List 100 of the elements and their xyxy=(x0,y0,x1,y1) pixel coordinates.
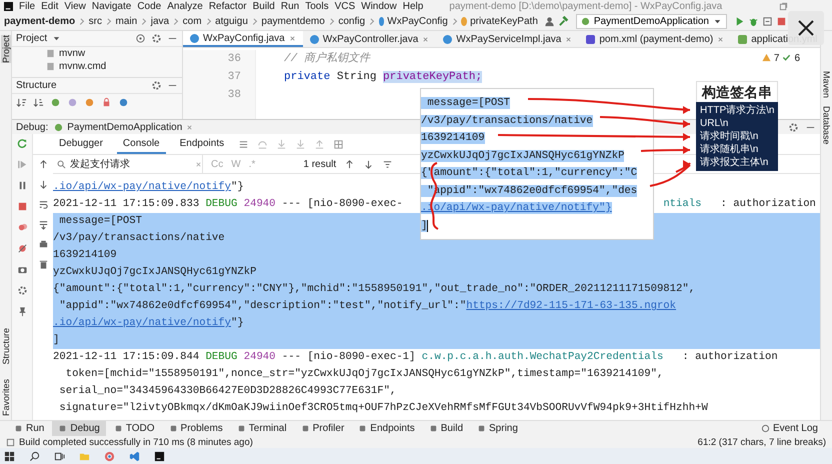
menu-item[interactable]: Build xyxy=(252,1,275,12)
check-icon[interactable] xyxy=(782,53,792,62)
close-icon[interactable] xyxy=(288,34,296,42)
menu-item[interactable]: Run xyxy=(280,1,300,12)
filter-icon[interactable] xyxy=(50,97,61,108)
target-icon[interactable] xyxy=(135,33,146,44)
trash-icon[interactable] xyxy=(38,259,48,270)
debug-tab[interactable]: Debugger xyxy=(53,134,109,154)
down-arrow-icon[interactable] xyxy=(38,179,48,190)
breadcrumb-item[interactable]: payment-demo xyxy=(4,16,76,27)
debug-tab[interactable]: Console xyxy=(116,134,166,154)
mute-breakpoints-icon[interactable] xyxy=(16,243,28,254)
menu-item[interactable]: VCS xyxy=(334,1,356,12)
menu-item[interactable]: File xyxy=(19,1,36,12)
ide-icon[interactable] xyxy=(154,450,165,462)
menu-item[interactable]: Navigate xyxy=(92,1,132,12)
tool-window-button[interactable]: Endpoints xyxy=(352,421,421,436)
gear-icon[interactable] xyxy=(151,33,162,44)
file-name[interactable]: mvnw.cmd xyxy=(59,61,106,72)
lock-icon[interactable] xyxy=(101,97,112,108)
menu-item[interactable]: Help xyxy=(402,1,424,12)
camera-icon[interactable] xyxy=(16,264,28,275)
tool-window-button[interactable]: Spring xyxy=(471,421,524,436)
tool-window-button[interactable]: TODO xyxy=(108,421,161,436)
gear-icon[interactable] xyxy=(151,80,162,91)
stop-icon[interactable] xyxy=(776,16,787,27)
run-configuration-dropdown[interactable]: PaymentDemoApplication xyxy=(576,14,727,29)
session-tab[interactable]: PaymentDemoApplication xyxy=(54,122,194,132)
sort-icon[interactable] xyxy=(16,97,27,108)
close-icon[interactable] xyxy=(565,36,572,42)
menu-item[interactable]: Code xyxy=(137,1,162,12)
close-icon[interactable] xyxy=(717,36,724,42)
debug-tab[interactable]: Endpoints xyxy=(174,134,230,154)
breadcrumb-item[interactable]: privateKeyPath xyxy=(470,16,538,27)
tool-window-button[interactable]: Build xyxy=(422,421,470,436)
breadcrumb-item[interactable]: main xyxy=(116,16,138,27)
file-name[interactable]: mvnw xyxy=(59,48,86,59)
filter-icon[interactable] xyxy=(382,158,394,170)
breadcrumb-item[interactable]: com xyxy=(182,16,202,27)
panel-title[interactable]: Project xyxy=(16,33,48,44)
menu-item[interactable]: Tools xyxy=(305,1,329,12)
search-icon[interactable] xyxy=(29,450,40,462)
project-tab[interactable]: Project xyxy=(0,35,10,64)
breadcrumb-item[interactable]: src xyxy=(88,16,102,27)
clear-icon[interactable] xyxy=(195,160,202,168)
scroll-to-end-icon[interactable] xyxy=(38,219,48,230)
code-editor-icon[interactable] xyxy=(129,450,140,462)
breadcrumb-item[interactable]: config xyxy=(338,16,366,27)
browser-icon[interactable] xyxy=(104,450,115,462)
settings-icon[interactable] xyxy=(16,285,28,296)
up-arrow-icon[interactable] xyxy=(38,159,48,170)
close-icon[interactable] xyxy=(186,124,194,130)
side-tab[interactable]: Maven xyxy=(822,71,832,98)
editor-tab[interactable]: WxPayServiceImpl.java xyxy=(436,31,580,47)
table-icon[interactable] xyxy=(333,138,344,150)
side-tab[interactable]: Database xyxy=(822,106,832,145)
menu-item[interactable]: Analyze xyxy=(167,1,203,12)
soft-wrap-icon[interactable] xyxy=(38,199,48,210)
menu-item[interactable]: Window xyxy=(361,1,397,12)
caret-icon[interactable] xyxy=(52,34,62,43)
editor-tab[interactable]: WxPayController.java xyxy=(302,31,436,47)
restore-icon[interactable] xyxy=(779,2,788,11)
menu-item[interactable]: Refactor xyxy=(208,1,247,12)
task-view-icon[interactable] xyxy=(54,450,65,462)
user-icon[interactable] xyxy=(544,16,555,27)
rerun-icon[interactable] xyxy=(16,138,28,149)
caret-position[interactable]: 61:2 (317 chars, 7 line breaks) xyxy=(698,436,826,448)
editor-tab[interactable]: pom.xml (payment-demo) xyxy=(579,31,732,47)
up-arrow-icon[interactable] xyxy=(344,158,356,170)
sort-icon[interactable] xyxy=(33,97,44,108)
menu-item[interactable]: Edit xyxy=(41,1,58,12)
tool-window-button[interactable]: Debug xyxy=(52,421,106,436)
menu-icon[interactable] xyxy=(238,138,250,150)
tool-window-button[interactable]: Profiler xyxy=(294,421,350,436)
breadcrumb-item[interactable]: atguigu xyxy=(215,16,248,27)
coverage-icon[interactable] xyxy=(762,16,773,27)
debug-icon[interactable] xyxy=(748,16,759,27)
breakpoints-icon[interactable] xyxy=(16,222,28,233)
editor-tab[interactable]: WxPayConfig.java xyxy=(183,31,303,47)
breadcrumb-item[interactable]: WxPayConfig xyxy=(387,16,448,27)
tool-window-button[interactable]: Run xyxy=(8,421,50,436)
print-icon[interactable] xyxy=(38,239,48,250)
panel-title[interactable]: Structure xyxy=(16,80,57,91)
tool-window-button[interactable]: Problems xyxy=(162,421,229,436)
down-arrow-icon[interactable] xyxy=(363,158,374,170)
event-log-button[interactable]: Event Log xyxy=(754,421,824,436)
search-field[interactable]: 发起支付请求 xyxy=(53,155,203,173)
breadcrumb-item[interactable]: paymentdemo xyxy=(261,16,325,27)
console-link[interactable]: .io/api/wx-pay/native/notify xyxy=(53,181,232,193)
side-tab[interactable]: Favorites xyxy=(0,378,10,416)
side-tab[interactable]: Structure xyxy=(0,328,10,365)
pin-icon[interactable] xyxy=(16,306,28,317)
gear-icon[interactable] xyxy=(788,122,799,132)
breadcrumb-item[interactable]: java xyxy=(150,16,170,27)
stop-icon[interactable] xyxy=(16,201,28,212)
tool-window-button[interactable]: Terminal xyxy=(230,421,293,436)
menu-item[interactable]: View xyxy=(64,1,86,12)
close-icon[interactable] xyxy=(422,36,430,42)
filter-icon[interactable] xyxy=(118,97,129,108)
windows-logo-icon[interactable] xyxy=(4,450,15,462)
